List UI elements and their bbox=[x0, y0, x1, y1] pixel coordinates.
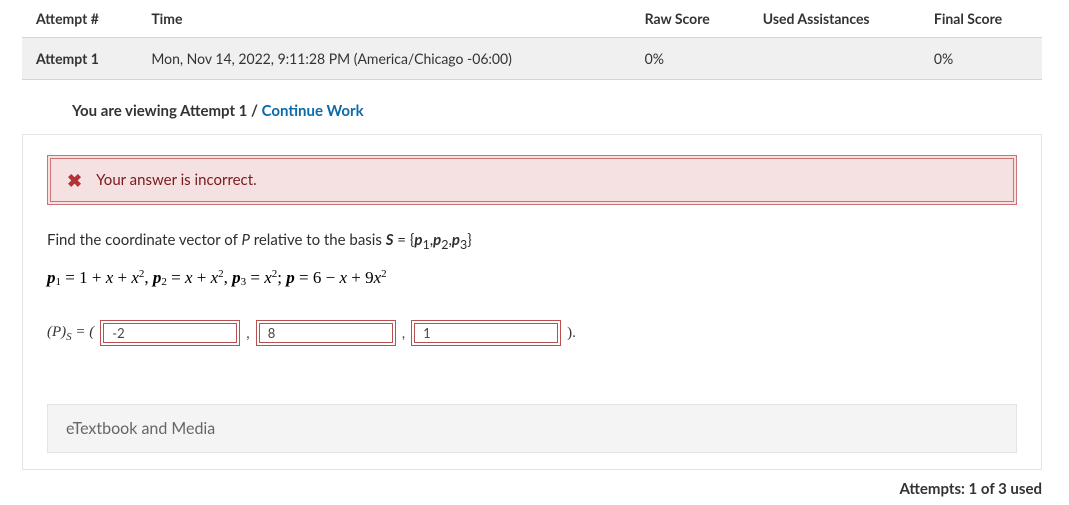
prompt-text: Find the coordinate vector of P relative… bbox=[47, 231, 1017, 252]
table-row[interactable]: Attempt 1 Mon, Nov 14, 2022, 9:11:28 PM … bbox=[22, 38, 1042, 80]
continue-work-link[interactable]: Continue Work bbox=[262, 102, 364, 120]
cell-final: 0% bbox=[920, 38, 1042, 80]
th-final: Final Score bbox=[920, 0, 1042, 38]
viewing-sep: / bbox=[247, 102, 261, 120]
alert-text: Your answer is incorrect. bbox=[96, 171, 257, 189]
cell-raw: 0% bbox=[631, 38, 749, 80]
math-expression: p1 = 1 + x + x2, p2 = x + x2, p3 = x2; p… bbox=[47, 268, 1017, 288]
comma-1: , bbox=[246, 324, 249, 342]
answer-lhs: (P)S = ( bbox=[47, 324, 94, 343]
attempts-used: Attempts: 1 of 3 used bbox=[22, 480, 1042, 498]
comma-2: , bbox=[402, 324, 405, 342]
viewing-prefix: You are viewing Attempt 1 bbox=[72, 102, 247, 120]
answer-input-2[interactable] bbox=[256, 320, 396, 346]
answer-close: ). bbox=[567, 325, 576, 342]
cell-attempt: Attempt 1 bbox=[22, 38, 137, 80]
answer-row: (P)S = ( , , ). bbox=[47, 320, 1017, 346]
answer-input-3[interactable] bbox=[411, 320, 561, 346]
incorrect-x-icon: ✖ bbox=[67, 171, 82, 189]
etextbook-button[interactable]: eTextbook and Media bbox=[47, 404, 1017, 453]
question-card: ✖ Your answer is incorrect. Find the coo… bbox=[22, 134, 1042, 470]
th-used: Used Assistances bbox=[749, 0, 920, 38]
answer-input-1[interactable] bbox=[100, 320, 240, 346]
cell-used bbox=[749, 38, 920, 80]
th-raw: Raw Score bbox=[631, 0, 749, 38]
attempts-table: Attempt # Time Raw Score Used Assistance… bbox=[22, 0, 1042, 80]
alert-incorrect: ✖ Your answer is incorrect. bbox=[47, 155, 1017, 205]
th-time: Time bbox=[137, 0, 630, 38]
th-attempt: Attempt # bbox=[22, 0, 137, 38]
cell-time: Mon, Nov 14, 2022, 9:11:28 PM (America/C… bbox=[137, 38, 630, 80]
viewing-line: You are viewing Attempt 1 / Continue Wor… bbox=[72, 102, 1069, 120]
